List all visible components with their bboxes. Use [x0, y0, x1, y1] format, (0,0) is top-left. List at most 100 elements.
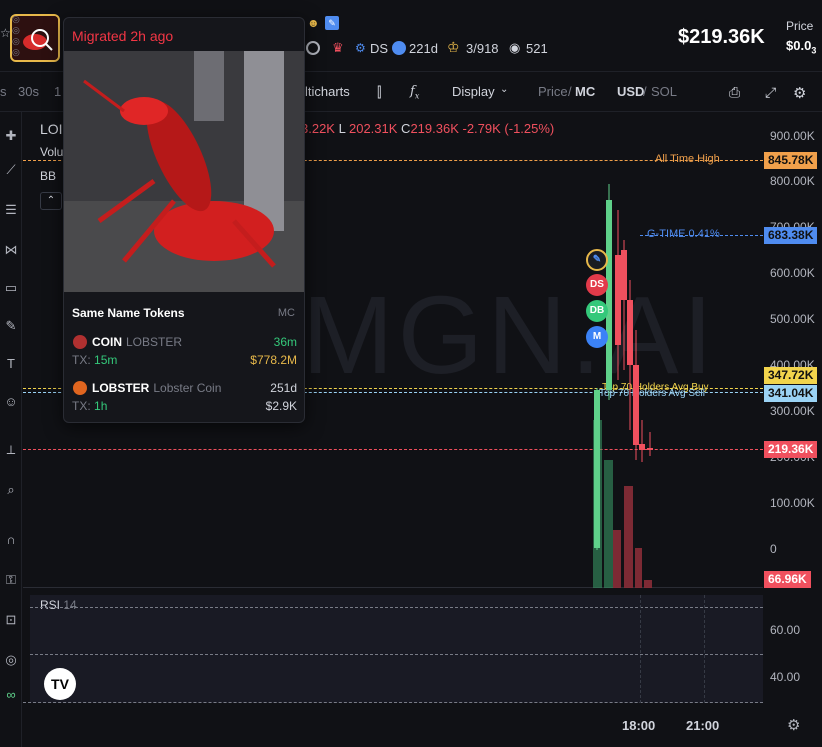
chevron-down-icon[interactable]: ⌄: [500, 84, 508, 95]
camera-icon[interactable]: ⎙: [729, 84, 740, 101]
legend-symbol: LOI: [40, 121, 63, 137]
rsi-tick: 60.00: [770, 623, 801, 637]
fib-icon[interactable]: ☰: [3, 202, 19, 218]
candle-body: [621, 250, 627, 300]
projection-icon[interactable]: ▭: [3, 280, 19, 296]
star-icon[interactable]: ☆: [0, 26, 11, 40]
gtime-tag: 683.38K: [764, 227, 818, 244]
marker-m[interactable]: M: [586, 326, 608, 348]
candle-body: [647, 448, 653, 450]
rsi-pane[interactable]: RSI 14 TV: [30, 595, 763, 703]
ohlc-change: -2.79K (-1.25%): [462, 121, 555, 136]
trendline-icon[interactable]: ⟋: [3, 162, 19, 178]
mc-header: MC: [277, 307, 295, 319]
candle-type-icon[interactable]: ⫿: [377, 84, 381, 101]
gear-icon[interactable]: ⚙: [793, 84, 806, 102]
candle-body: [639, 444, 645, 450]
time-gridline: [640, 595, 641, 703]
display-button[interactable]: Display: [452, 84, 495, 99]
views-count: 521: [526, 41, 548, 56]
time-gridline: [704, 595, 705, 703]
clock-icon: [392, 41, 406, 55]
token-age: 251d: [270, 381, 297, 395]
candles: [593, 184, 653, 588]
ath-label: All Time High: [655, 153, 720, 165]
price-axis[interactable]: [763, 112, 822, 747]
multicharts-button[interactable]: lticharts: [305, 84, 350, 99]
volume-bar: [604, 460, 613, 588]
token-age: 36m: [273, 335, 297, 349]
pattern-icon[interactable]: ⋈: [3, 242, 19, 258]
x-tick: 21:00: [686, 718, 720, 733]
token-tx: TX: 1h: [72, 399, 108, 413]
interval-1[interactable]: 1: [54, 84, 61, 99]
zoom-icon[interactable]: ⌕: [3, 482, 19, 498]
crown-red-icon: ♛: [332, 40, 344, 55]
ruler-icon[interactable]: ⟂: [3, 442, 19, 458]
brush-icon[interactable]: ✎: [3, 318, 19, 334]
volume-tag: 66.96K: [764, 571, 811, 588]
ohlc-high: 3.22K: [301, 121, 335, 136]
ohlc-low: 202.31K: [348, 121, 398, 136]
legend-bb: BB: [40, 169, 57, 183]
price-sol: $0.03: [786, 38, 817, 56]
lock-icon[interactable]: ⊡: [3, 612, 19, 628]
y-tick: 500.00K: [770, 312, 815, 326]
ds-label[interactable]: DS: [370, 41, 388, 56]
marker-dev-icon[interactable]: ✎: [586, 249, 608, 271]
y-tick: 0: [770, 542, 777, 556]
settings-icon[interactable]: ⚙: [787, 716, 800, 734]
legend-ohlc: 3.22K L 202.31K C219.36K -2.79K (-1.25%): [301, 121, 554, 136]
marker-db[interactable]: DB: [586, 300, 608, 322]
verified-icon[interactable]: ✎: [325, 16, 339, 30]
marker-ds[interactable]: DS: [586, 274, 608, 296]
y-tick: 100.00K: [770, 496, 815, 510]
token-mc: $778.2M: [250, 353, 297, 367]
y-tick: 600.00K: [770, 266, 815, 280]
dex-icon: ⚙: [355, 41, 366, 55]
token-symbol: COIN LOBSTER: [92, 335, 183, 349]
token-symbol: LOBSTER Lobster Coin: [92, 381, 222, 395]
token-row[interactable]: COIN LOBSTER 36m TX: 15m $778.2M: [64, 330, 304, 370]
rsi-lower-band: [30, 654, 763, 655]
sol-toggle[interactable]: SOL: [651, 84, 677, 99]
search-icon[interactable]: [306, 41, 320, 55]
rsi-label: RSI 14: [40, 598, 77, 612]
current-price-tag: 219.36K: [764, 441, 818, 458]
coin-avatar-icon: [73, 335, 87, 349]
rsi-bottom-line: [23, 702, 763, 703]
fullscreen-icon[interactable]: ⤢: [765, 84, 776, 101]
community-icon[interactable]: ☻: [307, 16, 321, 30]
token-info-popup: Migrated 2h ago Same Name Tokens MC COIN…: [63, 17, 305, 423]
hide-icon[interactable]: ◎: [3, 652, 19, 668]
interval-30s[interactable]: 30s: [18, 84, 39, 99]
volume-bar: [644, 580, 652, 588]
ath-tag: 845.78K: [764, 152, 818, 169]
lock-drawings-icon[interactable]: ⚿: [3, 572, 19, 588]
token-row[interactable]: LOBSTER Lobster Coin 251d TX: 1h $2.9K: [64, 376, 304, 416]
link-icon[interactable]: ∞: [3, 687, 19, 703]
mc-toggle[interactable]: MC: [575, 84, 595, 99]
avg-buy-tag: 347.72K: [764, 367, 818, 384]
legend-collapse-button[interactable]: ⌃: [40, 192, 62, 210]
lobster-avatar-icon: [73, 381, 87, 395]
slash-sep: /: [568, 84, 572, 99]
interval-s[interactable]: s: [0, 84, 7, 99]
candle-body: [615, 255, 621, 345]
price-label: Price: [786, 19, 814, 33]
text-icon[interactable]: T: [3, 356, 19, 372]
volume-bar: [613, 530, 621, 588]
tradingview-logo[interactable]: TV: [44, 668, 76, 700]
price-toggle[interactable]: Price: [538, 84, 568, 99]
crosshair-icon[interactable]: ✚: [3, 128, 19, 144]
usd-toggle[interactable]: USD: [617, 84, 644, 99]
indicators-icon[interactable]: fx: [410, 84, 419, 101]
emoji-icon[interactable]: ☺: [3, 394, 19, 410]
volume-bar: [624, 486, 633, 588]
token-image: [64, 51, 304, 292]
rsi-upper-band: [30, 607, 763, 608]
volume-bar: [635, 548, 642, 588]
magnet-icon[interactable]: ∩: [3, 532, 19, 548]
popup-title: Migrated 2h ago: [72, 28, 174, 44]
avg-sell-tag: 341.04K: [764, 385, 818, 402]
